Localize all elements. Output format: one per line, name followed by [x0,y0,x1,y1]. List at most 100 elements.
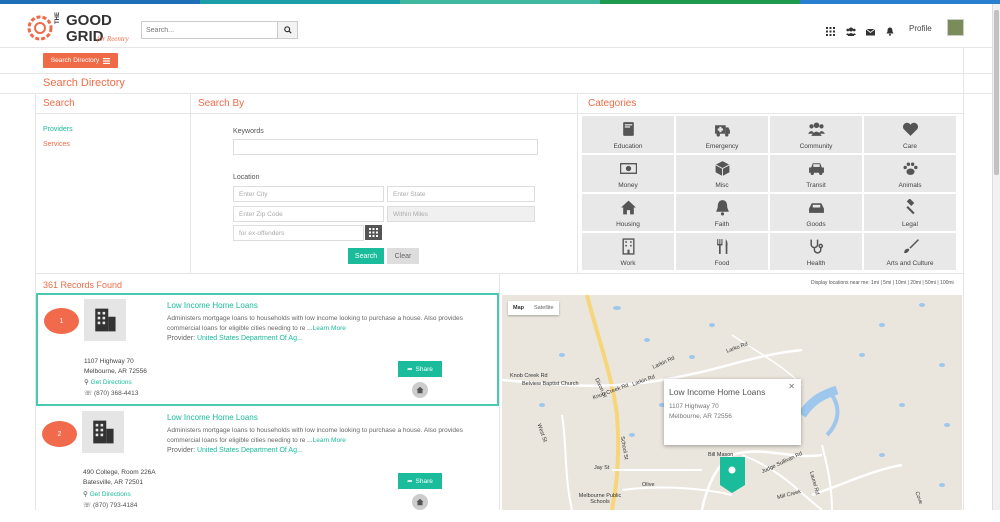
zip-input[interactable]: Enter Zip Code [233,206,384,222]
map-marker-icon: ⚲ [84,379,91,386]
grid-apps-icon[interactable] [826,23,835,36]
result-number-badge: 1 [44,308,79,334]
map-type-satellite[interactable]: Satellite [529,301,559,315]
home-icon[interactable] [412,382,428,398]
page-scrollbar[interactable] [992,4,1000,510]
menu-icon [103,57,111,64]
provider-link[interactable]: United States Department Of Ag... [197,447,303,454]
state-input[interactable]: Enter State [387,186,535,202]
car-icon [809,163,824,175]
category-health[interactable]: Health [770,233,862,270]
learn-more-link[interactable]: Learn More [313,325,346,332]
search-icon[interactable] [277,22,297,38]
category-animals[interactable]: Animals [864,155,956,192]
share-button[interactable]: ➦ Share [398,473,442,489]
map-type-toggle: Map Satellite [508,301,559,315]
category-faith[interactable]: Faith [676,194,768,231]
svg-text:THE: THE [55,12,61,24]
result-title[interactable]: Low Income Home Loans [167,413,258,422]
close-icon[interactable]: ✕ [788,382,795,391]
ambulance-icon [715,125,730,137]
search-directory-label: Search Directory [50,57,100,64]
share-button[interactable]: ➦ Share [398,361,442,377]
map-type-map[interactable]: Map [508,301,529,315]
cube-icon [715,161,730,176]
map-label: Belview Baptist Church [522,381,579,387]
money-icon [620,163,637,174]
get-directions-link[interactable]: ⚲ Get Directions [83,490,131,498]
category-misc[interactable]: Misc [676,155,768,192]
category-goods[interactable]: Goods [770,194,862,231]
result-phone: ☏ (870) 793-4184 [83,502,138,509]
info-address-line1: 1107 Highway 70 [669,403,719,410]
share-icon: ➦ [407,366,413,373]
search-button[interactable]: Search [348,248,384,264]
map-label: Melbourne Public Schools [578,493,622,505]
city-input[interactable]: Enter City [233,186,384,202]
heart-icon [902,122,919,136]
home-icon [621,200,636,215]
svg-text:for Reentry: for Reentry [97,35,130,43]
learn-more-link[interactable]: Learn More [313,437,346,444]
results-map[interactable]: Map Satellite Knob Creek Rd Belview Bapt… [502,295,962,510]
categories-grid: Education Emergency Community Care Money… [582,116,960,270]
extra-filter-input[interactable]: for ex-offenders [233,225,364,241]
keywords-input[interactable] [233,139,538,155]
provider-link[interactable]: United States Department Of Ag... [197,335,303,342]
header-search-input[interactable] [142,22,277,38]
category-education[interactable]: Education [582,116,674,153]
radius-filter[interactable]: Display locations near me: 1mi | 5mi | 1… [811,280,954,286]
category-arts-and-culture[interactable]: Arts and Culture [864,233,956,270]
providers-link[interactable]: Providers [43,126,73,133]
users-icon [808,122,825,136]
home-icon[interactable] [412,494,428,510]
page-title: Search Directory [43,77,125,89]
map-marker-icon: ⚲ [83,491,90,498]
result-description: Administers mortgage loans to households… [167,427,463,444]
categories-title: Categories [588,98,637,109]
category-money[interactable]: Money [582,155,674,192]
get-directions-link[interactable]: ⚲ Get Directions [84,378,132,386]
paw-icon [903,162,918,175]
category-transit[interactable]: Transit [770,155,862,192]
category-legal[interactable]: Legal [864,194,956,231]
profile-link[interactable]: Profile [909,24,932,33]
map-label: Knob Creek Rd [510,373,548,379]
map-label: Jay St [594,465,610,471]
category-housing[interactable]: Housing [582,194,674,231]
phone-icon: ☏ [83,502,93,509]
building-icon [82,411,124,453]
category-work[interactable]: Work [582,233,674,270]
avatar[interactable] [947,19,964,36]
category-emergency[interactable]: Emergency [676,116,768,153]
within-miles-select[interactable]: Within Miles [387,206,535,222]
envelope-icon[interactable] [865,23,876,36]
result-description: Administers mortgage loans to households… [167,315,463,332]
users-icon[interactable] [846,23,856,36]
good-grid-logo[interactable]: THE GOOD GRID for Reentry [26,8,138,48]
brush-icon [904,239,919,254]
keywords-label: Keywords [233,128,264,135]
result-card[interactable]: 2 Low Income Home Loans Administers mort… [36,409,499,522]
search-section-title: Search [43,98,75,109]
result-provider: Provider: United States Department Of Ag… [167,447,303,454]
svg-text:GOOD: GOOD [66,12,112,29]
clear-button[interactable]: Clear [387,248,419,264]
search-directory-button[interactable]: Search Directory [43,53,118,68]
building-icon [622,238,635,255]
map-label: Bill Mason [708,452,734,458]
building-icon [84,299,126,341]
result-address: 490 College, Room 226A Batesville, AR 725… [83,469,156,486]
category-food[interactable]: Food [676,233,768,270]
result-card[interactable]: 1 Low Income Home Loans Administers mort… [36,293,499,406]
gavel-icon [906,199,915,215]
result-title[interactable]: Low Income Home Loans [167,301,258,310]
services-link[interactable]: Services [43,141,70,148]
category-community[interactable]: Community [770,116,862,153]
result-number-badge: 2 [42,421,77,447]
bell-icon[interactable] [886,23,895,36]
category-care[interactable]: Care [864,116,956,153]
share-icon: ➦ [407,478,413,485]
top-header: THE GOOD GRID for Reentry Profile [0,4,992,48]
grid-picker-button[interactable] [365,225,382,240]
